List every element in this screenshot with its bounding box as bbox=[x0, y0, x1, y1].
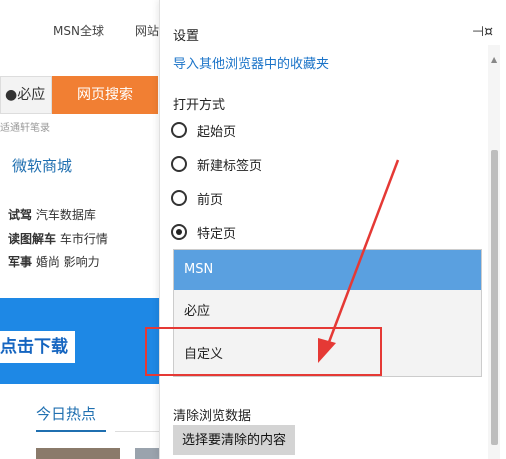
download-button[interactable]: 点击下载 bbox=[0, 331, 75, 363]
link-row: 读图解车 车市行情 bbox=[8, 230, 108, 247]
small-note: 适通轩笔录 bbox=[0, 123, 50, 134]
row-bold-link[interactable]: 读图解车 bbox=[8, 232, 56, 246]
radio-new-tab[interactable]: 新建标签页 bbox=[171, 153, 262, 175]
link-row: 军事 婚尚 影响力 bbox=[8, 253, 100, 270]
row-link[interactable]: 汽车数据库 bbox=[36, 208, 96, 222]
row-bold-link[interactable]: 军事 bbox=[8, 255, 32, 269]
dropdown-option-msn[interactable]: MSN bbox=[174, 250, 481, 290]
link-row: 试驾 汽车数据库 bbox=[8, 206, 96, 223]
row-link[interactable]: 婚尚 影响力 bbox=[36, 255, 100, 269]
radio-label: 新建标签页 bbox=[197, 158, 263, 174]
radio-label: 起始页 bbox=[197, 124, 237, 140]
background-page: MSN全球 网站 ●必应 网页搜索 适通轩笔录 微软商城 试驾 汽车数据库 读图… bbox=[0, 0, 160, 459]
bing-search-label: 必应 bbox=[17, 87, 46, 103]
radio-button[interactable] bbox=[171, 190, 187, 206]
row-link[interactable]: 车市行情 bbox=[60, 232, 108, 246]
settings-panel: 设置 ⊣¤ 导入其他浏览器中的收藏夹 打开方式 起始页 新建标签页 前页 特定页… bbox=[159, 0, 506, 459]
import-favorites-link[interactable]: 导入其他浏览器中的收藏夹 bbox=[173, 53, 329, 72]
open-with-label: 打开方式 bbox=[173, 98, 226, 113]
pin-icon[interactable]: ⊣¤ bbox=[472, 24, 493, 40]
radio-button[interactable] bbox=[171, 156, 187, 172]
scroll-up-arrow-icon[interactable]: ▲ bbox=[491, 55, 497, 64]
scrollbar-thumb[interactable] bbox=[491, 150, 498, 445]
clear-data-label: 清除浏览数据 bbox=[173, 409, 252, 424]
radio-button[interactable] bbox=[171, 122, 187, 138]
divider bbox=[115, 431, 160, 432]
news-thumbnail[interactable] bbox=[36, 448, 120, 459]
nav-web[interactable]: 网站 bbox=[135, 22, 159, 39]
radio-previous-page[interactable]: 前页 bbox=[171, 187, 223, 209]
radio-label: 前页 bbox=[197, 192, 224, 208]
radio-start-page[interactable]: 起始页 bbox=[171, 119, 236, 141]
radio-button-checked[interactable] bbox=[171, 224, 187, 240]
radio-label: 特定页 bbox=[197, 226, 237, 242]
choose-clear-button[interactable]: 选择要清除的内容 bbox=[173, 425, 296, 455]
news-thumbnail[interactable] bbox=[135, 448, 160, 459]
bing-search-button[interactable]: ●必应 bbox=[0, 76, 52, 114]
store-link[interactable]: 微软商城 bbox=[12, 155, 72, 176]
row-bold-link[interactable]: 试驾 bbox=[8, 208, 32, 222]
tab-underline bbox=[36, 430, 106, 432]
panel-title: 设置 bbox=[173, 29, 200, 44]
hot-news-tab[interactable]: 今日热点 bbox=[36, 403, 96, 424]
dropdown-option-bing[interactable]: 必应 bbox=[174, 292, 481, 332]
radio-specific-page[interactable]: 特定页 bbox=[171, 221, 236, 243]
dot-icon: ● bbox=[5, 87, 18, 103]
annotation-box bbox=[145, 327, 382, 376]
web-search-button[interactable]: 网页搜索 bbox=[52, 76, 158, 114]
nav-msn-global[interactable]: MSN全球 bbox=[53, 22, 104, 39]
